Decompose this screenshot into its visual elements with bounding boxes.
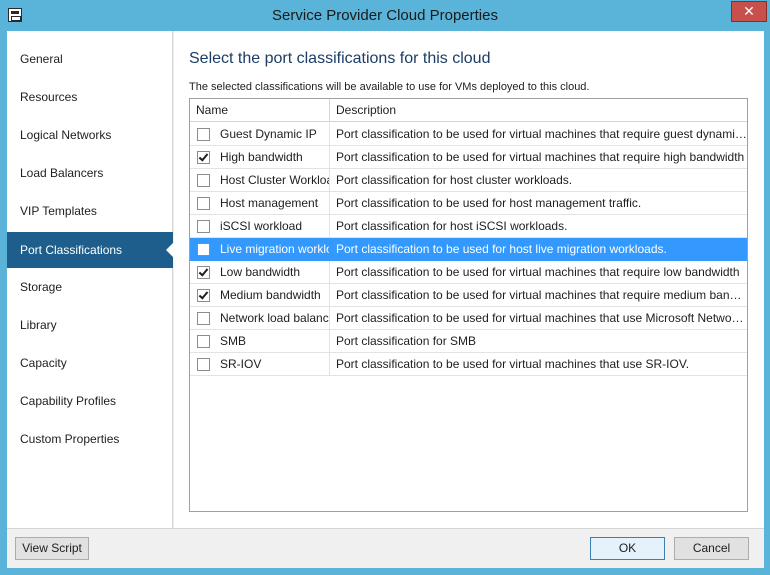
name-cell: Low bandwidth <box>190 261 330 283</box>
row-name: Host management <box>220 196 319 210</box>
row-checkbox[interactable] <box>197 335 210 348</box>
ok-button[interactable]: OK <box>590 537 665 560</box>
row-checkbox[interactable] <box>197 289 210 302</box>
table-row[interactable]: SMB Port classification for SMB <box>190 330 747 353</box>
row-description: Port classification for host cluster wor… <box>336 173 573 187</box>
name-cell: Medium bandwidth <box>190 284 330 306</box>
view-script-button[interactable]: View Script <box>15 537 89 560</box>
row-checkbox[interactable] <box>197 358 210 371</box>
properties-window: Service Provider Cloud Properties ✕ Gene… <box>0 0 770 575</box>
name-cell: Guest Dynamic IP <box>190 123 330 145</box>
name-cell: iSCSI workload <box>190 215 330 237</box>
row-name: SR-IOV <box>220 357 262 371</box>
row-name: Live migration workload <box>220 242 329 256</box>
table-row[interactable]: Live migration workload Port classificati… <box>190 238 747 261</box>
column-header-name[interactable]: Name <box>190 99 330 122</box>
checkmark-icon <box>198 289 209 300</box>
selected-arrow-icon <box>166 242 174 258</box>
row-name: iSCSI workload <box>220 219 303 233</box>
name-cell: SR-IOV <box>190 353 330 375</box>
row-name: High bandwidth <box>220 150 303 164</box>
checkmark-icon <box>198 151 209 162</box>
sidebar-item-vip-templates[interactable]: VIP Templates <box>7 196 173 226</box>
main-content: Select the port classifications for this… <box>174 31 764 528</box>
row-checkbox[interactable] <box>197 220 210 233</box>
table-row[interactable]: Low bandwidth Port classification to be u… <box>190 261 747 284</box>
row-checkbox[interactable] <box>197 174 210 187</box>
sidebar-item-capability-profiles[interactable]: Capability Profiles <box>7 386 173 416</box>
sidebar-item-library[interactable]: Library <box>7 310 173 340</box>
sidebar-item-general[interactable]: General <box>7 44 173 74</box>
table-row[interactable]: Guest Dynamic IP Port classification to b… <box>190 123 747 146</box>
name-cell: High bandwidth <box>190 146 330 168</box>
row-checkbox[interactable] <box>197 243 210 256</box>
row-checkbox[interactable] <box>197 128 210 141</box>
row-checkbox[interactable] <box>197 266 210 279</box>
row-checkbox[interactable] <box>197 312 210 325</box>
row-name: SMB <box>220 334 247 348</box>
table-row[interactable]: High bandwidth Port classification to be … <box>190 146 747 169</box>
row-name: Network load balancer <box>220 311 330 325</box>
sidebar-item-load-balancers[interactable]: Load Balancers <box>7 158 173 188</box>
port-classification-grid: Name Description Guest Dynamic IP Port cl… <box>189 98 748 512</box>
sidebar-item-capacity[interactable]: Capacity <box>7 348 173 378</box>
grid-header: Name Description <box>190 99 747 122</box>
cancel-button[interactable]: Cancel <box>674 537 749 560</box>
name-cell: Live migration workload <box>190 238 330 260</box>
row-description: Port classification to be used for virtu… <box>336 311 747 325</box>
row-description: Port classification to be used for host … <box>336 196 642 210</box>
sidebar-item-custom-properties[interactable]: Custom Properties <box>7 424 173 454</box>
row-name: Guest Dynamic IP <box>220 127 317 141</box>
row-description: Port classification to be used for virtu… <box>336 265 740 279</box>
table-row[interactable]: Host Cluster Workload Port classification… <box>190 169 747 192</box>
sidebar-item-resources[interactable]: Resources <box>7 82 173 112</box>
row-description: Port classification to be used for virtu… <box>336 288 747 302</box>
window-title: Service Provider Cloud Properties <box>272 7 498 24</box>
table-row[interactable]: Network load balancer Port classification… <box>190 307 747 330</box>
row-description: Port classification for SMB <box>336 334 477 348</box>
row-description: Port classification to be used for virtu… <box>336 127 747 141</box>
name-cell: Host management <box>190 192 330 214</box>
table-row[interactable]: iSCSI workload Port classification for ho… <box>190 215 747 238</box>
table-row[interactable]: Medium bandwidth Port classification to b… <box>190 284 747 307</box>
dialog-footer: View Script OK Cancel <box>7 528 764 568</box>
name-cell: Host Cluster Workload <box>190 169 330 191</box>
row-checkbox[interactable] <box>197 151 210 164</box>
close-button[interactable]: ✕ <box>731 1 767 22</box>
row-description: Port classification to be used for host … <box>336 242 667 256</box>
column-header-description[interactable]: Description <box>330 99 747 122</box>
row-name: Host Cluster Workload <box>220 173 330 187</box>
table-row[interactable]: Host management Port classification to be… <box>190 192 747 215</box>
name-cell: SMB <box>190 330 330 352</box>
sidebar-item-label: Port Classifications <box>20 243 123 257</box>
name-cell: Network load balancer <box>190 307 330 329</box>
checkmark-icon <box>198 266 209 277</box>
sidebar-item-logical-networks[interactable]: Logical Networks <box>7 120 173 150</box>
row-name: Low bandwidth <box>220 265 301 279</box>
dialog-client-area: General Resources Logical Networks Load … <box>7 31 764 568</box>
row-description: Port classification to be used for virtu… <box>336 150 745 164</box>
table-row[interactable]: SR-IOV Port classification to be used for… <box>190 353 747 376</box>
sidebar-item-storage[interactable]: Storage <box>7 272 173 302</box>
page-title: Select the port classifications for this… <box>189 50 491 67</box>
sidebar-nav: General Resources Logical Networks Load … <box>7 31 174 528</box>
row-name: Medium bandwidth <box>220 288 321 302</box>
sidebar-item-port-classifications[interactable]: Port Classifications <box>7 232 174 268</box>
row-description: Port classification for host iSCSI workl… <box>336 219 568 233</box>
row-description: Port classification to be used for virtu… <box>336 357 690 371</box>
page-description: The selected classifications will be ava… <box>189 81 590 93</box>
row-checkbox[interactable] <box>197 197 210 210</box>
title-bar[interactable]: Service Provider Cloud Properties ✕ <box>0 0 770 31</box>
